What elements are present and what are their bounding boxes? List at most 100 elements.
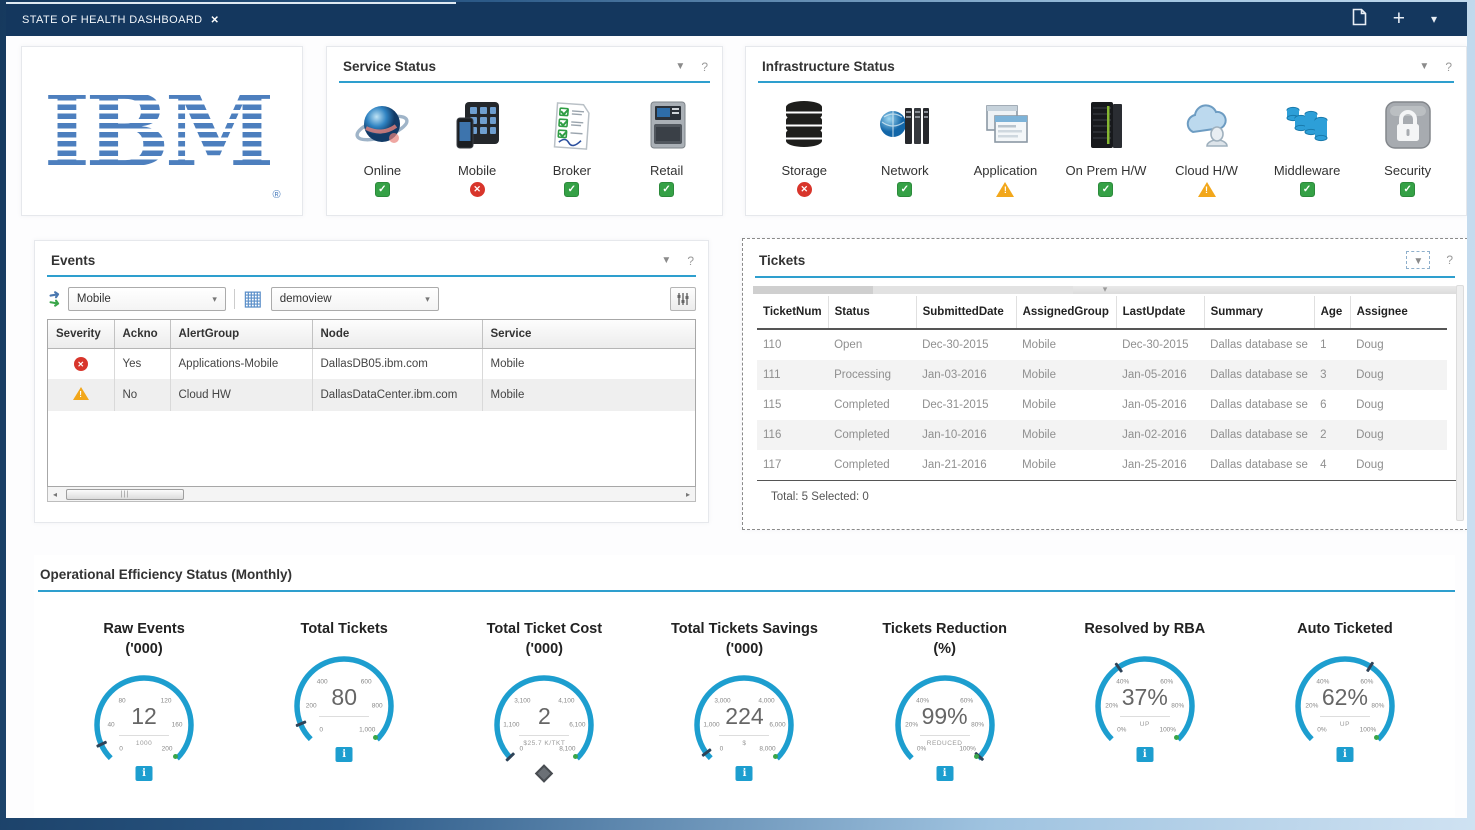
- efficiency-panel: Operational Efficiency Status (Monthly) …: [34, 555, 1455, 817]
- gauge-resolved-rba[interactable]: Resolved by RBA 0%20%40%60%80%100% 37% U…: [1060, 620, 1230, 777]
- infra-item-network[interactable]: Network: [857, 93, 953, 197]
- cell-ticketnum: 116: [757, 420, 828, 450]
- scroll-right-icon[interactable]: ▸: [681, 490, 695, 499]
- info-icon[interactable]: [336, 747, 353, 762]
- gauge-raw-events[interactable]: Raw Events('000) 04080120160200 12 1000: [59, 620, 229, 777]
- info-icon[interactable]: [936, 766, 953, 781]
- gauges-row: Raw Events('000) 04080120160200 12 1000 …: [34, 592, 1455, 777]
- column-header[interactable]: SubmittedDate: [916, 296, 1016, 329]
- column-header[interactable]: Summary: [1204, 296, 1314, 329]
- service-item-broker[interactable]: Broker: [525, 93, 620, 197]
- gauge-end-dot: [974, 754, 979, 759]
- table-row[interactable]: 111ProcessingJan-03-2016MobileJan-05-201…: [757, 360, 1447, 390]
- help-icon[interactable]: ?: [687, 254, 694, 268]
- table-row[interactable]: No Cloud HW DallasDataCenter.ibm.com Mob…: [48, 379, 695, 411]
- infra-item-application[interactable]: Application: [957, 93, 1053, 197]
- tab-state-of-health[interactable]: STATE OF HEALTH DASHBOARD ✕: [6, 2, 456, 36]
- window-frame: STATE OF HEALTH DASHBOARD ✕ + ▾ IBM ® Se…: [0, 0, 1475, 830]
- status-badge: [797, 182, 812, 197]
- cell-status: Processing: [828, 360, 916, 390]
- info-icon[interactable]: [136, 766, 153, 781]
- panel-menu-caret-icon[interactable]: ▼: [1419, 61, 1429, 72]
- chevron-down-icon: ▾: [425, 294, 430, 305]
- table-row[interactable]: Yes Applications-Mobile DallasDB05.ibm.c…: [48, 349, 695, 380]
- column-header[interactable]: AssignedGroup: [1016, 296, 1116, 329]
- grid-view-icon[interactable]: ▦: [243, 289, 263, 309]
- tickets-header-row: TicketNum Status SubmittedDate AssignedG…: [757, 296, 1447, 329]
- brand-panel: IBM ®: [21, 46, 303, 216]
- table-row[interactable]: 110OpenDec-30-2015MobileDec-30-2015Dalla…: [757, 329, 1447, 360]
- scroll-caret-icon: ▾: [1103, 284, 1108, 295]
- info-icon[interactable]: [1136, 747, 1153, 762]
- gauge-auto-ticketed[interactable]: Auto Ticketed 0%20%40%60%80%100% 62% UP: [1260, 620, 1430, 777]
- infra-item-security[interactable]: Security: [1360, 93, 1456, 197]
- cell-summary: Dallas database se: [1204, 420, 1314, 450]
- infra-item-onprem[interactable]: On Prem H/W: [1058, 93, 1154, 197]
- gauge-ticket-cost[interactable]: Total Ticket Cost('000) 01,1003,1004,100…: [459, 620, 629, 777]
- event-filter-select[interactable]: Mobile ▾: [68, 287, 226, 311]
- table-row[interactable]: 115CompletedDec-31-2015MobileJan-05-2016…: [757, 390, 1447, 420]
- scrollbar-thumb[interactable]: |||: [66, 489, 184, 500]
- status-badge: [1098, 182, 1113, 197]
- column-header[interactable]: Node: [312, 320, 482, 349]
- gauge-total-tickets[interactable]: Total Tickets 02004006008001,000 80: [259, 620, 429, 777]
- infrastructure-status-panel: Infrastructure Status ▼ ? Storage Networ…: [745, 46, 1467, 216]
- vertical-scrollbar[interactable]: [1456, 285, 1464, 521]
- panel-menu-caret-icon[interactable]: ▼: [675, 61, 685, 72]
- info-icon[interactable]: [1336, 747, 1353, 762]
- column-header[interactable]: Assignee: [1350, 296, 1447, 329]
- cell-group: Mobile: [1016, 450, 1116, 480]
- infra-item-middleware[interactable]: Middleware: [1259, 93, 1355, 197]
- help-icon[interactable]: ?: [701, 60, 708, 74]
- cell-lastupdate: Dec-30-2015: [1116, 329, 1204, 360]
- service-item-mobile[interactable]: Mobile: [430, 93, 525, 197]
- panel-title: Tickets: [759, 253, 805, 268]
- tickets-table: TicketNum Status SubmittedDate AssignedG…: [757, 296, 1447, 480]
- column-header[interactable]: AlertGroup: [170, 320, 312, 349]
- panel-menu-caret-icon[interactable]: ▼: [661, 255, 671, 266]
- gauge-end-dot: [373, 735, 378, 740]
- column-header[interactable]: LastUpdate: [1116, 296, 1204, 329]
- tickets-top-scrollbar[interactable]: ▾: [753, 286, 1457, 294]
- add-tab-button[interactable]: +: [1393, 7, 1405, 31]
- service-status-panel: Service Status ▼ ? Online Mobile: [326, 46, 723, 216]
- cell-submitted: Jan-21-2016: [916, 450, 1016, 480]
- switch-view-icon[interactable]: ➜ ➜: [49, 291, 60, 307]
- infra-item-cloudhw[interactable]: Cloud H/W: [1159, 93, 1255, 197]
- infra-item-storage[interactable]: Storage: [756, 93, 852, 197]
- cell-submitted: Dec-31-2015: [916, 390, 1016, 420]
- tab-title: STATE OF HEALTH DASHBOARD: [22, 14, 203, 26]
- sliders-icon: [676, 292, 690, 306]
- column-header[interactable]: Status: [828, 296, 916, 329]
- panel-menu-focus[interactable]: ▼: [1406, 251, 1430, 269]
- column-header[interactable]: Ackno: [114, 320, 170, 349]
- gauge-tickets-savings[interactable]: Total Tickets Savings('000) 01,0003,0004…: [659, 620, 829, 777]
- help-icon[interactable]: ?: [1446, 253, 1453, 267]
- table-row[interactable]: 116CompletedJan-10-2016MobileJan-02-2016…: [757, 420, 1447, 450]
- column-header[interactable]: TicketNum: [757, 296, 828, 329]
- column-header[interactable]: Severity: [48, 320, 114, 349]
- event-view-select[interactable]: demoview ▾: [271, 287, 439, 311]
- cell-age: 2: [1314, 420, 1350, 450]
- new-page-icon[interactable]: [1352, 8, 1367, 31]
- table-row[interactable]: 117CompletedJan-21-2016MobileJan-25-2016…: [757, 450, 1447, 480]
- gauge-title: Auto Ticketed: [1297, 621, 1393, 637]
- cell-summary: Dallas database se: [1204, 360, 1314, 390]
- filter-settings-button[interactable]: [670, 287, 696, 311]
- status-badge: [659, 182, 674, 197]
- cell-ticketnum: 110: [757, 329, 828, 360]
- gauge-tickets-reduction[interactable]: Tickets Reduction(%) 0%20%40%60%80%100% …: [860, 620, 1030, 777]
- service-item-retail[interactable]: Retail: [619, 93, 714, 197]
- column-header[interactable]: Service: [482, 320, 695, 349]
- info-icon[interactable]: [736, 766, 753, 781]
- column-header[interactable]: Age: [1314, 296, 1350, 329]
- scroll-left-icon[interactable]: ◂: [48, 490, 62, 499]
- tab-menu-caret-icon[interactable]: ▾: [1431, 12, 1437, 26]
- tab-close-icon[interactable]: ✕: [211, 15, 219, 26]
- gauge-title: Total Tickets Savings: [671, 621, 818, 637]
- help-icon[interactable]: ?: [1445, 60, 1452, 74]
- horizontal-scrollbar[interactable]: ◂ ||| ▸: [47, 487, 696, 502]
- cell-status: Completed: [828, 390, 916, 420]
- service-item-online[interactable]: Online: [335, 93, 430, 197]
- service-label: Broker: [553, 163, 591, 178]
